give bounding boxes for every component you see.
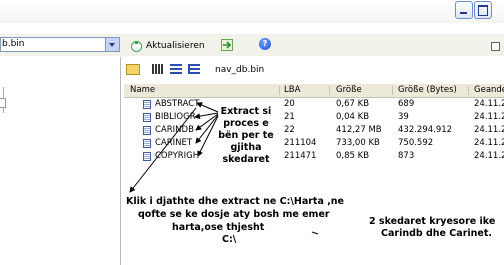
annotation-klik-line: harta,ose thjesht	[172, 222, 265, 233]
annotation-line: proces e	[223, 118, 269, 129]
annotation-line: bën per te	[218, 130, 274, 141]
annotation-klik-line: C:\	[222, 234, 237, 245]
annotation-extract-note: Extract si proces e bën per te gjitha sk…	[214, 106, 278, 166]
annotation-klik-line: qofte se ke dosje aty bosh me emer	[138, 209, 330, 220]
annotation-klik-line: Klik i djathte dhe extract ne C:\Harta ,…	[126, 196, 345, 207]
annotation-line: skedaret	[222, 154, 270, 165]
annotation-skedaret-line: 2 skedaret kryesore ike	[369, 216, 496, 227]
annotation-skedaret-line: Carindb dhe Carinet.	[381, 228, 492, 239]
annotation-line: gjitha	[230, 142, 262, 153]
annotation-line: Extract si	[220, 106, 272, 117]
